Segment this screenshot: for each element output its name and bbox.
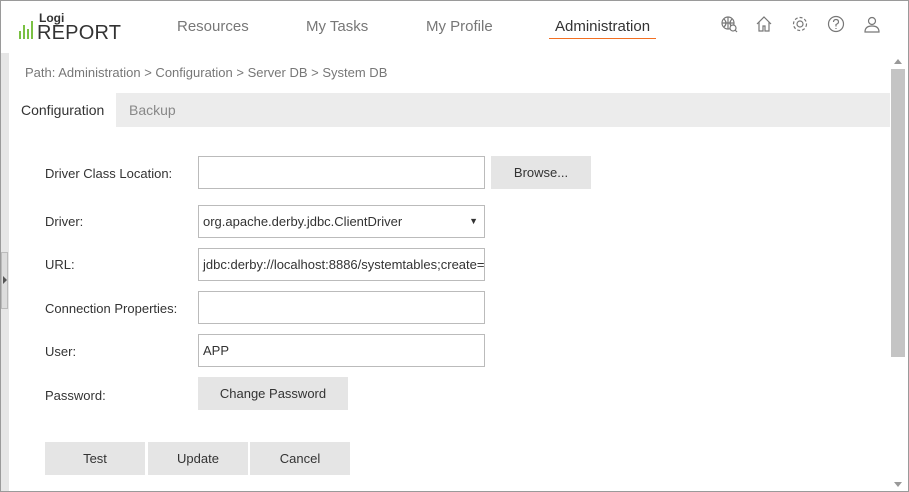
test-button[interactable]: Test xyxy=(45,442,145,475)
home-icon[interactable] xyxy=(755,15,773,33)
password-label: Password: xyxy=(45,388,106,403)
expand-arrow-icon xyxy=(3,276,7,284)
browse-button[interactable]: Browse... xyxy=(491,156,591,189)
sidebar-expand-handle[interactable] xyxy=(1,252,8,309)
change-password-button[interactable]: Change Password xyxy=(198,377,348,410)
driver-class-location-label: Driver Class Location: xyxy=(45,166,173,181)
driver-select-value: org.apache.derby.jdbc.ClientDriver xyxy=(203,214,403,229)
scroll-down-icon[interactable] xyxy=(894,482,902,487)
scroll-up-icon[interactable] xyxy=(894,59,902,64)
vertical-scrollbar[interactable] xyxy=(890,53,907,491)
connection-properties-input[interactable] xyxy=(198,291,485,324)
scrollbar-thumb[interactable] xyxy=(891,69,905,357)
driver-class-location-input[interactable] xyxy=(198,156,485,189)
driver-label: Driver: xyxy=(45,214,84,229)
user-label: User: xyxy=(45,344,77,359)
main-content: Path: Administration > Configuration > S… xyxy=(9,53,890,491)
driver-select[interactable]: org.apache.derby.jdbc.ClientDriver ▼ xyxy=(198,205,485,238)
logo-text-main: REPORT xyxy=(37,22,122,44)
tab-configuration[interactable]: Configuration xyxy=(9,93,117,127)
nav-administration[interactable]: Administration xyxy=(549,18,657,39)
url-input[interactable]: jdbc:derby://localhost:8886/systemtables… xyxy=(198,248,485,281)
logo[interactable]: Logi REPORT xyxy=(19,11,122,44)
header: Logi REPORT Resources My Tasks My Profil… xyxy=(1,1,908,53)
update-button[interactable]: Update xyxy=(148,442,248,475)
breadcrumb: Path: Administration > Configuration > S… xyxy=(25,65,388,80)
nav-my-tasks[interactable]: My Tasks xyxy=(306,18,368,35)
globe-search-icon[interactable] xyxy=(720,15,738,33)
tab-bar: Configuration Backup xyxy=(9,93,890,127)
nav-resources[interactable]: Resources xyxy=(177,18,249,35)
url-label: URL: xyxy=(45,257,75,272)
tab-backup[interactable]: Backup xyxy=(117,93,188,127)
connection-properties-label: Connection Properties: xyxy=(45,301,178,316)
gear-icon[interactable] xyxy=(791,15,809,33)
help-icon[interactable] xyxy=(827,15,845,33)
cancel-button[interactable]: Cancel xyxy=(250,442,350,475)
nav-my-profile[interactable]: My Profile xyxy=(426,18,493,35)
user-icon[interactable] xyxy=(863,15,881,33)
user-input[interactable]: APP xyxy=(198,334,485,367)
dropdown-arrow-icon: ▼ xyxy=(469,216,478,226)
